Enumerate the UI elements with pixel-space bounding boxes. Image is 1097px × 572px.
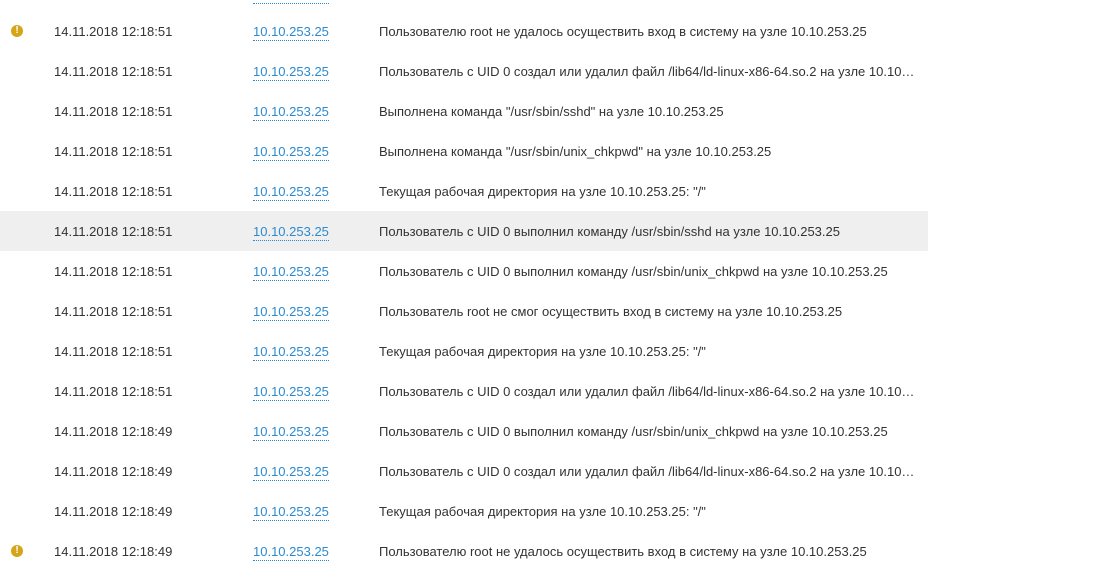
event-message: Пользователь с UID 0 создал или удалил ф… xyxy=(379,63,916,79)
event-row[interactable]: 14.11.2018 12:18:51 10.10.253.25 Пользов… xyxy=(0,51,928,91)
event-host-link[interactable]: 10.10.253.25 xyxy=(253,223,329,241)
event-message: Пользователь с UID 0 создал или удалил ф… xyxy=(379,463,916,479)
event-row-hovered[interactable]: 14.11.2018 12:18:51 10.10.253.25 Пользов… xyxy=(0,211,928,251)
previous-row-host-link-fragment xyxy=(253,0,329,4)
event-time: 14.11.2018 12:18:51 xyxy=(54,303,173,319)
event-host-cell: 10.10.253.25 xyxy=(253,343,379,361)
event-time: 14.11.2018 12:18:49 xyxy=(54,463,173,479)
event-host-link[interactable]: 10.10.253.25 xyxy=(253,263,329,281)
event-time: 14.11.2018 12:18:49 xyxy=(54,543,173,559)
event-host-cell: 10.10.253.25 xyxy=(253,303,379,321)
event-host-link[interactable]: 10.10.253.25 xyxy=(253,503,329,521)
event-time: 14.11.2018 12:18:51 xyxy=(54,183,173,199)
event-message: Пользователь root не смог осуществить вх… xyxy=(379,303,843,319)
event-host-cell: 10.10.253.25 xyxy=(253,423,379,441)
event-host-cell: 10.10.253.25 xyxy=(253,23,379,41)
event-row[interactable]: 14.11.2018 12:18:49 10.10.253.25 Пользов… xyxy=(0,411,928,451)
event-time: 14.11.2018 12:18:49 xyxy=(54,503,173,519)
event-icon-cell: ! xyxy=(0,11,54,51)
event-message: Выполнена команда "/usr/sbin/unix_chkpwd… xyxy=(379,143,772,159)
event-list: ! 14.11.2018 12:18:51 10.10.253.25 Польз… xyxy=(0,11,928,571)
event-row[interactable]: 14.11.2018 12:18:51 10.10.253.25 Пользов… xyxy=(0,371,928,411)
event-icon-cell xyxy=(0,451,54,491)
event-icon-cell xyxy=(0,331,54,371)
event-host-link[interactable]: 10.10.253.25 xyxy=(253,143,329,161)
event-row[interactable]: 14.11.2018 12:18:51 10.10.253.25 Выполне… xyxy=(0,91,928,131)
event-icon-cell xyxy=(0,131,54,171)
event-time: 14.11.2018 12:18:51 xyxy=(54,63,173,79)
event-host-link[interactable]: 10.10.253.25 xyxy=(253,23,329,41)
event-row[interactable]: 14.11.2018 12:18:51 10.10.253.25 Пользов… xyxy=(0,291,928,331)
event-message: Пользователь с UID 0 выполнил команду /u… xyxy=(379,263,888,279)
event-icon-cell xyxy=(0,91,54,131)
event-time: 14.11.2018 12:18:51 xyxy=(54,343,173,359)
event-message: Текущая рабочая директория на узле 10.10… xyxy=(379,183,706,199)
event-row[interactable]: 14.11.2018 12:18:51 10.10.253.25 Пользов… xyxy=(0,251,928,291)
event-icon-cell: ! xyxy=(0,531,54,571)
event-time: 14.11.2018 12:18:51 xyxy=(54,223,173,239)
event-host-cell: 10.10.253.25 xyxy=(253,383,379,401)
event-row[interactable]: ! 14.11.2018 12:18:49 10.10.253.25 Польз… xyxy=(0,531,928,571)
event-host-cell: 10.10.253.25 xyxy=(253,463,379,481)
event-host-link[interactable]: 10.10.253.25 xyxy=(253,63,329,81)
event-row[interactable]: 14.11.2018 12:18:51 10.10.253.25 Текущая… xyxy=(0,331,928,371)
event-host-cell: 10.10.253.25 xyxy=(253,143,379,161)
event-row[interactable]: 14.11.2018 12:18:51 10.10.253.25 Текущая… xyxy=(0,171,928,211)
event-message: Пользователь с UID 0 создал или удалил ф… xyxy=(379,383,916,399)
event-icon-cell xyxy=(0,51,54,91)
event-host-link[interactable]: 10.10.253.25 xyxy=(253,103,329,121)
event-icon-cell xyxy=(0,371,54,411)
event-host-link[interactable]: 10.10.253.25 xyxy=(253,343,329,361)
event-icon-cell xyxy=(0,491,54,531)
event-message: Пользователю root не удалось осуществить… xyxy=(379,23,867,39)
event-time: 14.11.2018 12:18:49 xyxy=(54,423,173,439)
event-message: Пользователь с UID 0 выполнил команду /u… xyxy=(379,423,888,439)
event-message: Текущая рабочая директория на узле 10.10… xyxy=(379,503,706,519)
event-host-link[interactable]: 10.10.253.25 xyxy=(253,463,329,481)
event-row[interactable]: 14.11.2018 12:18:51 10.10.253.25 Выполне… xyxy=(0,131,928,171)
event-message: Пользователь с UID 0 выполнил команду /u… xyxy=(379,223,840,239)
event-row[interactable]: ! 14.11.2018 12:18:51 10.10.253.25 Польз… xyxy=(0,11,928,51)
event-host-link[interactable]: 10.10.253.25 xyxy=(253,543,329,561)
event-host-cell: 10.10.253.25 xyxy=(253,263,379,281)
event-time: 14.11.2018 12:18:51 xyxy=(54,263,173,279)
event-time: 14.11.2018 12:18:51 xyxy=(54,143,173,159)
event-host-cell: 10.10.253.25 xyxy=(253,63,379,81)
event-icon-cell xyxy=(0,171,54,211)
exclamation-circle-icon: ! xyxy=(11,545,23,557)
event-row[interactable]: 14.11.2018 12:18:49 10.10.253.25 Пользов… xyxy=(0,451,928,491)
event-icon-cell xyxy=(0,411,54,451)
event-message: Текущая рабочая директория на узле 10.10… xyxy=(379,343,706,359)
event-icon-cell xyxy=(0,211,54,251)
event-message: Пользователю root не удалось осуществить… xyxy=(379,543,867,559)
event-time: 14.11.2018 12:18:51 xyxy=(54,103,173,119)
event-host-cell: 10.10.253.25 xyxy=(253,223,379,241)
event-host-cell: 10.10.253.25 xyxy=(253,503,379,521)
event-time: 14.11.2018 12:18:51 xyxy=(54,23,173,39)
event-icon-cell xyxy=(0,251,54,291)
event-host-cell: 10.10.253.25 xyxy=(253,543,379,561)
event-row[interactable]: 14.11.2018 12:18:49 10.10.253.25 Текущая… xyxy=(0,491,928,531)
event-host-link[interactable]: 10.10.253.25 xyxy=(253,423,329,441)
event-host-cell: 10.10.253.25 xyxy=(253,103,379,121)
event-host-cell: 10.10.253.25 xyxy=(253,183,379,201)
event-message: Выполнена команда "/usr/sbin/sshd" на уз… xyxy=(379,103,724,119)
event-icon-cell xyxy=(0,291,54,331)
exclamation-circle-icon: ! xyxy=(11,25,23,37)
event-time: 14.11.2018 12:18:51 xyxy=(54,383,173,399)
event-host-link[interactable]: 10.10.253.25 xyxy=(253,183,329,201)
event-host-link[interactable]: 10.10.253.25 xyxy=(253,303,329,321)
event-host-link[interactable]: 10.10.253.25 xyxy=(253,383,329,401)
